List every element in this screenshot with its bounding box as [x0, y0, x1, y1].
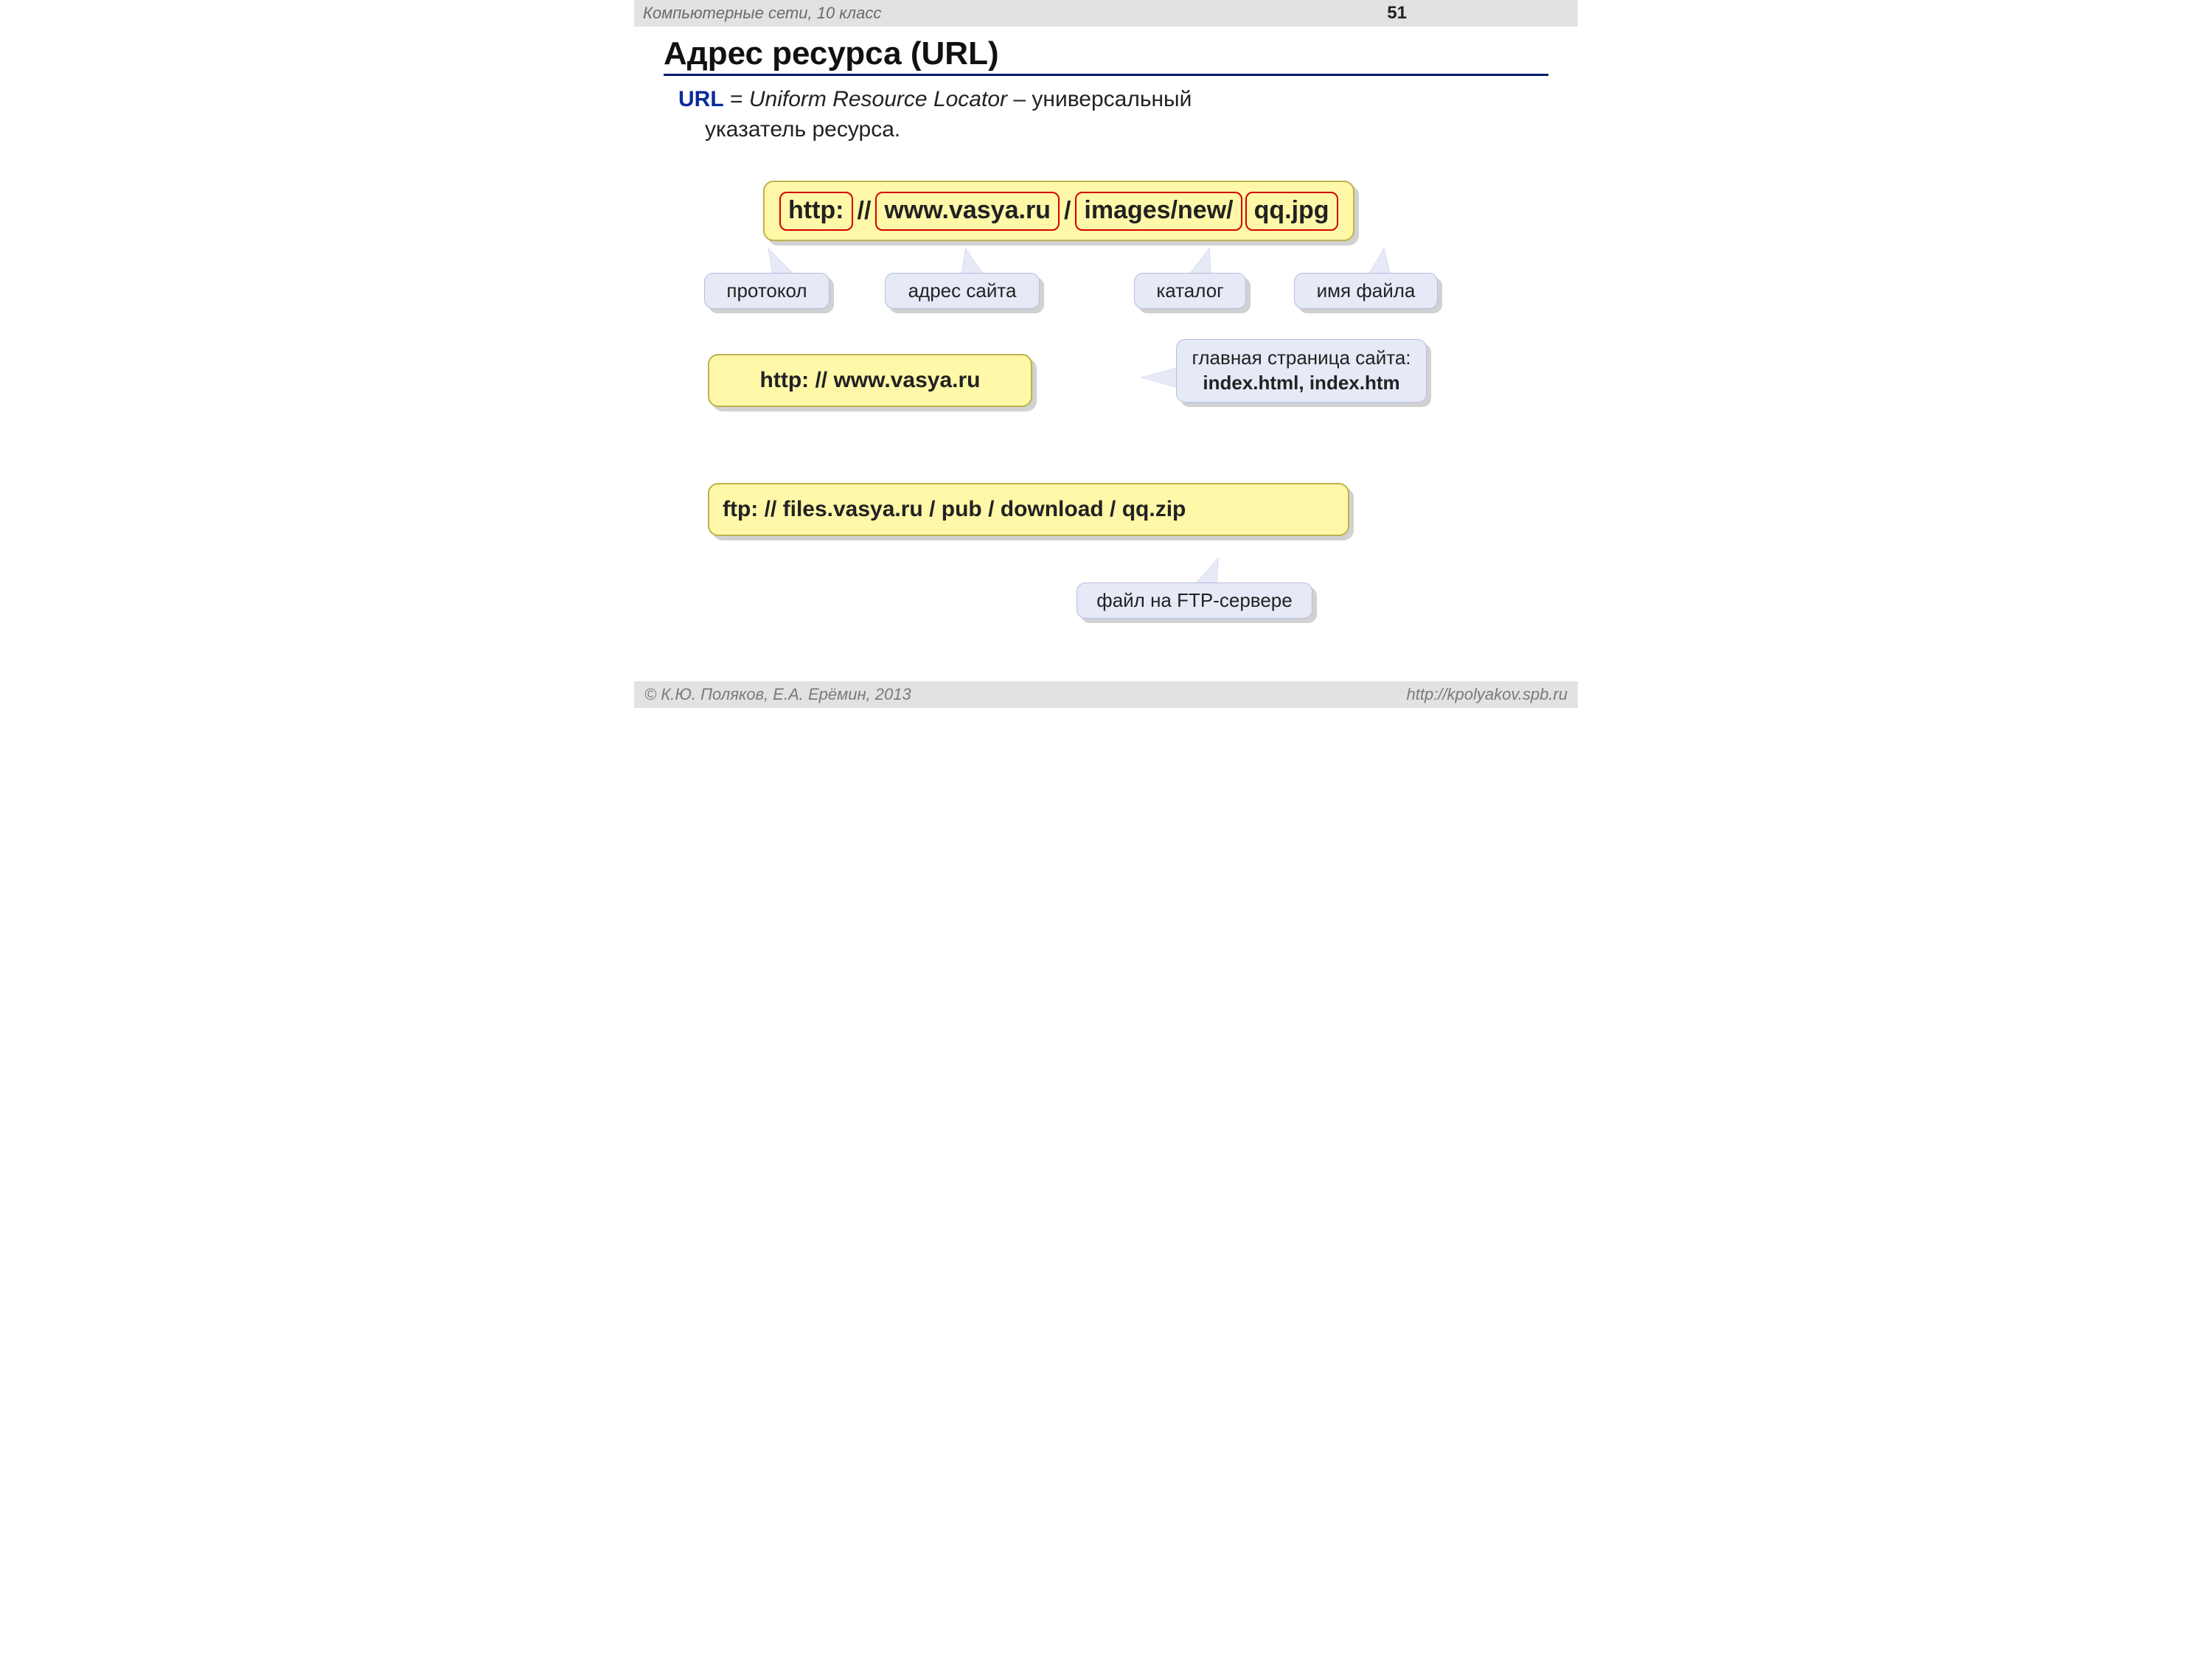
tail-protocol — [758, 248, 793, 274]
tail-folder — [1190, 248, 1220, 274]
def-eq: = — [724, 87, 749, 111]
footer-bar: © К.Ю. Поляков, Е.А. Ерёмин, 2013 http:/… — [634, 681, 1578, 708]
tail-file — [1369, 248, 1394, 274]
footer-link: http://kpolyakov.spb.ru — [1407, 685, 1568, 704]
def-ru1: универсальный — [1032, 87, 1192, 111]
callout-ftp: файл на FTP-сервере — [1077, 582, 1312, 619]
slide: Компьютерные сети, 10 класс 51 Адрес рес… — [634, 0, 1578, 708]
tail-index — [1141, 367, 1178, 388]
url-abbrev: URL — [678, 87, 724, 111]
url-example-2: http: // www.vasya.ru — [708, 354, 1032, 407]
callout-site: адрес сайта — [885, 273, 1040, 309]
url-sep-2: / — [1061, 197, 1074, 226]
slide-title: Адрес ресурса (URL) — [664, 35, 999, 72]
top-bar: Компьютерные сети, 10 класс 51 — [634, 0, 1578, 27]
url-part-file: qq.jpg — [1245, 192, 1338, 231]
tail-ftp — [1196, 558, 1228, 583]
callout-folder: каталог — [1134, 273, 1246, 309]
def-ru2: указатель ресурса. — [678, 117, 900, 142]
page-number: 51 — [1387, 3, 1569, 24]
callout-file: имя файла — [1294, 273, 1438, 309]
def-dash: – — [1007, 87, 1032, 111]
index-line2: index.html, index.htm — [1190, 371, 1413, 396]
course-label: Компьютерные сети, 10 класс — [643, 4, 881, 23]
url-part-path: images/new/ — [1075, 192, 1242, 231]
url-sep-1: // — [855, 197, 874, 226]
definition-text: URL = Uniform Resource Locator – универс… — [678, 85, 1192, 145]
def-english: Uniform Resource Locator — [749, 87, 1007, 111]
callout-index: главная страница сайта: index.html, inde… — [1176, 339, 1427, 403]
footer-copyright: © К.Ю. Поляков, Е.А. Ерёмин, 2013 — [644, 685, 911, 704]
tail-site — [955, 248, 982, 274]
title-underline — [664, 74, 1548, 76]
url-example-box: http: // www.vasya.ru / images/new/ qq.j… — [763, 181, 1354, 241]
url-part-protocol: http: — [779, 192, 853, 231]
url-example-3: ftp: // files.vasya.ru / pub / download … — [708, 483, 1349, 536]
callout-protocol: протокол — [704, 273, 830, 309]
url-part-host: www.vasya.ru — [875, 192, 1060, 231]
index-line1: главная страница сайта: — [1190, 346, 1413, 371]
